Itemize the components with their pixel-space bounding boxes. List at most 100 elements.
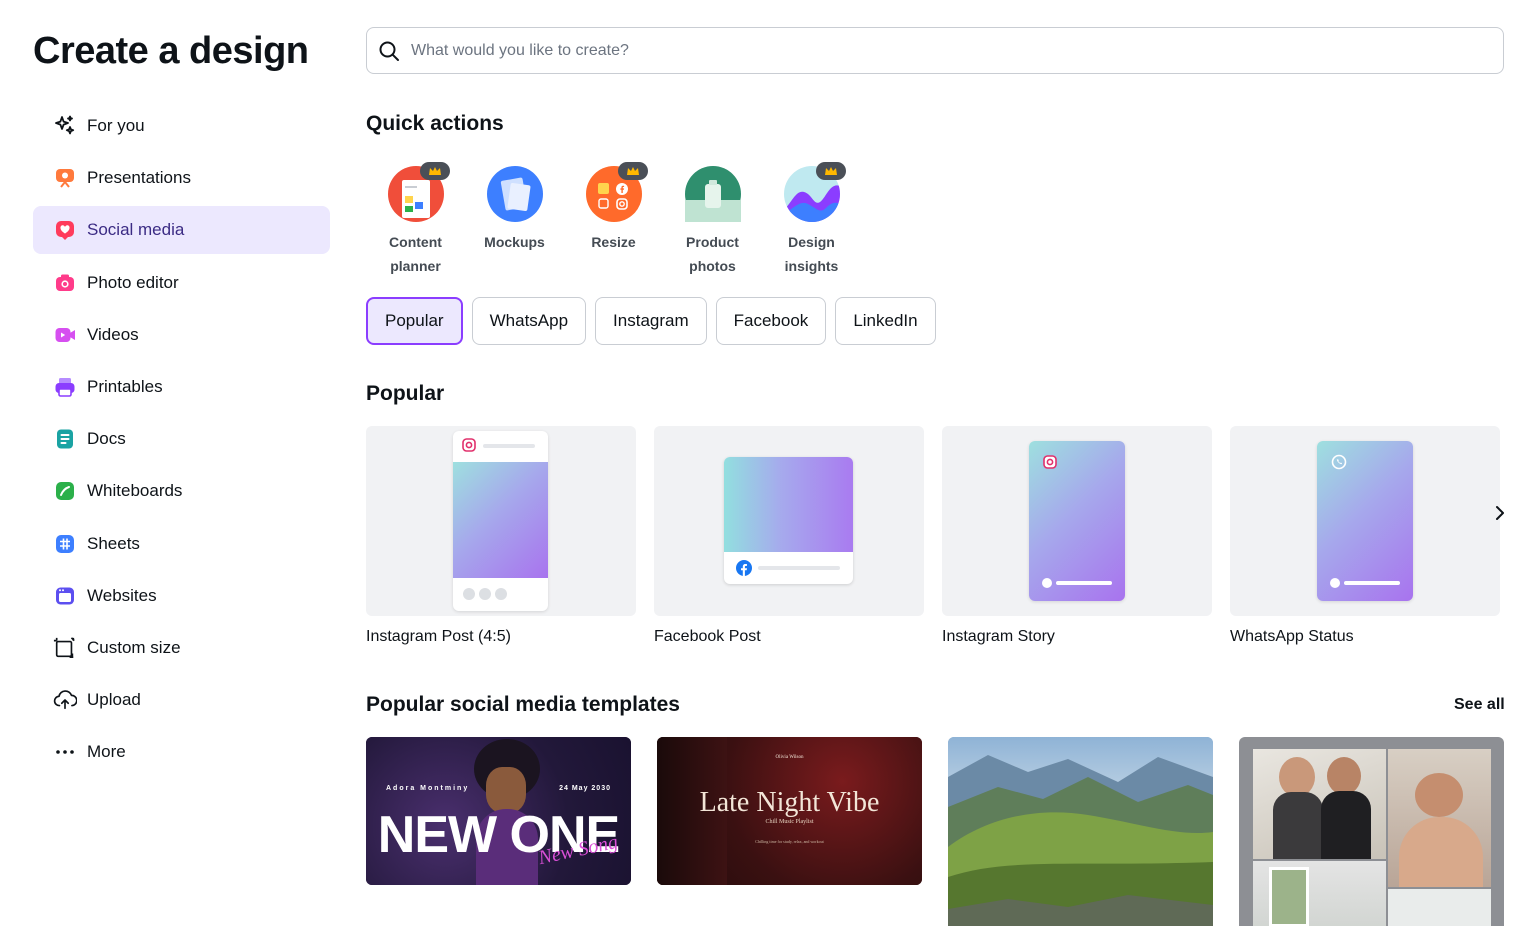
sidebar-item-printables[interactable]: Printables bbox=[33, 363, 330, 411]
quick-action-label: Product photos bbox=[686, 234, 739, 274]
doc-icon bbox=[53, 427, 77, 451]
instagram-icon bbox=[462, 438, 476, 457]
sparkles-icon bbox=[53, 114, 77, 138]
chip-popular[interactable]: Popular bbox=[366, 297, 463, 345]
quick-action-design-insights[interactable]: Design insights bbox=[762, 162, 861, 278]
chip-whatsapp[interactable]: WhatsApp bbox=[471, 297, 587, 345]
resize-icon bbox=[585, 162, 648, 222]
sidebar-item-label: Upload bbox=[87, 690, 141, 710]
template-couple-collage[interactable] bbox=[1239, 737, 1504, 926]
card-instagram-story[interactable]: Instagram Story bbox=[942, 426, 1212, 646]
quick-action-content-planner[interactable]: Content planner bbox=[366, 162, 465, 278]
presentation-icon bbox=[53, 166, 77, 190]
card-thumbnail bbox=[1230, 426, 1500, 616]
sidebar-item-sheets[interactable]: Sheets bbox=[33, 520, 330, 568]
sidebar-item-label: Presentations bbox=[87, 168, 191, 188]
sidebar-item-label: Videos bbox=[87, 324, 139, 344]
sidebar-item-more[interactable]: More bbox=[33, 728, 330, 776]
carousel-next-button[interactable] bbox=[1490, 500, 1510, 530]
card-thumbnail bbox=[654, 426, 924, 616]
sidebar-item-presentations[interactable]: Presentations bbox=[33, 154, 330, 202]
sidebar-item-social-media[interactable]: Social media bbox=[33, 206, 330, 255]
card-instagram-post[interactable]: Instagram Post (4:5) bbox=[366, 426, 636, 646]
chip-facebook[interactable]: Facebook bbox=[715, 297, 827, 345]
template-date: 24 May 2030 bbox=[559, 785, 611, 792]
card-label: Instagram Story bbox=[942, 628, 1055, 645]
search-input[interactable] bbox=[411, 41, 1411, 60]
instagram-icon bbox=[1043, 455, 1057, 474]
sidebar-item-label: Printables bbox=[87, 376, 163, 396]
card-thumbnail bbox=[942, 426, 1212, 616]
chip-instagram[interactable]: Instagram bbox=[595, 297, 707, 345]
sidebar-item-videos[interactable]: Videos bbox=[33, 311, 330, 359]
sidebar-item-websites[interactable]: Websites bbox=[33, 572, 330, 620]
sidebar-item-label: Sheets bbox=[87, 533, 140, 553]
card-thumbnail bbox=[366, 426, 636, 616]
custom-size-icon bbox=[53, 636, 77, 660]
sidebar-item-label: Custom size bbox=[87, 637, 181, 657]
sidebar-item-photo-editor[interactable]: Photo editor bbox=[33, 259, 330, 307]
template-subtitle: Chill Music Playlist bbox=[765, 819, 814, 825]
card-label: Facebook Post bbox=[654, 628, 761, 645]
quick-action-mockups[interactable]: Mockups bbox=[465, 166, 564, 278]
template-mountain-landscape[interactable] bbox=[948, 737, 1213, 926]
sidebar-item-label: Websites bbox=[87, 585, 157, 605]
template-artwork bbox=[948, 737, 1213, 926]
card-facebook-post[interactable]: Facebook Post bbox=[654, 426, 924, 646]
website-icon bbox=[53, 584, 77, 608]
sidebar-item-custom-size[interactable]: Custom size bbox=[33, 624, 330, 672]
premium-crown-icon bbox=[419, 162, 450, 180]
template-late-night-vibe[interactable]: Olivia Wilson Late Night Vibe Chill Musi… bbox=[657, 737, 922, 885]
mockups-icon bbox=[486, 166, 543, 222]
facebook-icon bbox=[736, 560, 752, 581]
search-bar bbox=[366, 27, 1504, 74]
sidebar-item-label: Whiteboards bbox=[87, 481, 183, 501]
template-headline: Late Night Vibe bbox=[699, 787, 880, 818]
product-photos-icon bbox=[684, 166, 741, 222]
upload-cloud-icon bbox=[53, 688, 77, 712]
popular-cards: Instagram Post (4:5) Facebook Post Insta… bbox=[366, 426, 1504, 666]
page-title: Create a design bbox=[33, 30, 309, 72]
sidebar-item-label: More bbox=[87, 742, 126, 762]
template-fine-print: Chilling time for study, relax, and work… bbox=[755, 839, 824, 844]
content-planner-icon bbox=[387, 162, 450, 222]
quick-actions-row: Content planner Mockups Resize Product pho… bbox=[366, 162, 861, 278]
search-icon bbox=[377, 39, 401, 63]
quick-action-label: Content planner bbox=[389, 234, 442, 274]
sidebar-item-label: Photo editor bbox=[87, 272, 179, 292]
popular-heading: Popular bbox=[366, 382, 445, 405]
template-author: Adora Montminy bbox=[386, 785, 470, 792]
sidebar-item-for-you[interactable]: For you bbox=[33, 102, 330, 150]
sidebar-item-label: For you bbox=[87, 116, 145, 135]
card-whatsapp-status[interactable]: WhatsApp Status bbox=[1230, 426, 1500, 646]
sidebar-item-docs[interactable]: Docs bbox=[33, 415, 330, 463]
sidebar-item-upload[interactable]: Upload bbox=[33, 676, 330, 724]
more-icon bbox=[53, 740, 77, 764]
chip-linkedin[interactable]: LinkedIn bbox=[835, 297, 936, 345]
camera-icon bbox=[53, 271, 77, 295]
template-artwork bbox=[1239, 737, 1504, 926]
template-new-one[interactable]: Adora Montminy 24 May 2030 NEW ONE New S… bbox=[366, 737, 631, 885]
category-chips: Popular WhatsApp Instagram Facebook Link… bbox=[366, 297, 945, 345]
quick-actions-heading: Quick actions bbox=[366, 112, 504, 135]
premium-crown-icon bbox=[617, 162, 648, 180]
templates-heading: Popular social media templates bbox=[366, 693, 680, 716]
heart-icon bbox=[53, 218, 77, 242]
quick-action-label: Design insights bbox=[784, 234, 839, 274]
sidebar-item-whiteboards[interactable]: Whiteboards bbox=[33, 467, 330, 515]
quick-action-label: Mockups bbox=[484, 234, 545, 250]
quick-action-label: Resize bbox=[591, 234, 636, 250]
sheets-icon bbox=[53, 532, 77, 556]
card-label: WhatsApp Status bbox=[1230, 628, 1354, 645]
whiteboard-icon bbox=[53, 479, 77, 503]
quick-action-resize[interactable]: Resize bbox=[564, 162, 663, 278]
printer-icon bbox=[53, 375, 77, 399]
see-all-link[interactable]: See all bbox=[1454, 696, 1505, 714]
template-small-text: Olivia Wilson bbox=[775, 755, 804, 760]
sidebar-item-label: Social media bbox=[87, 220, 185, 240]
sidebar-item-label: Docs bbox=[87, 429, 126, 449]
quick-action-product-photos[interactable]: Product photos bbox=[663, 166, 762, 278]
video-icon bbox=[53, 323, 77, 347]
chevron-right-icon bbox=[1494, 504, 1506, 527]
create-design-panel: Create a design For you Presentations So… bbox=[0, 0, 1536, 926]
